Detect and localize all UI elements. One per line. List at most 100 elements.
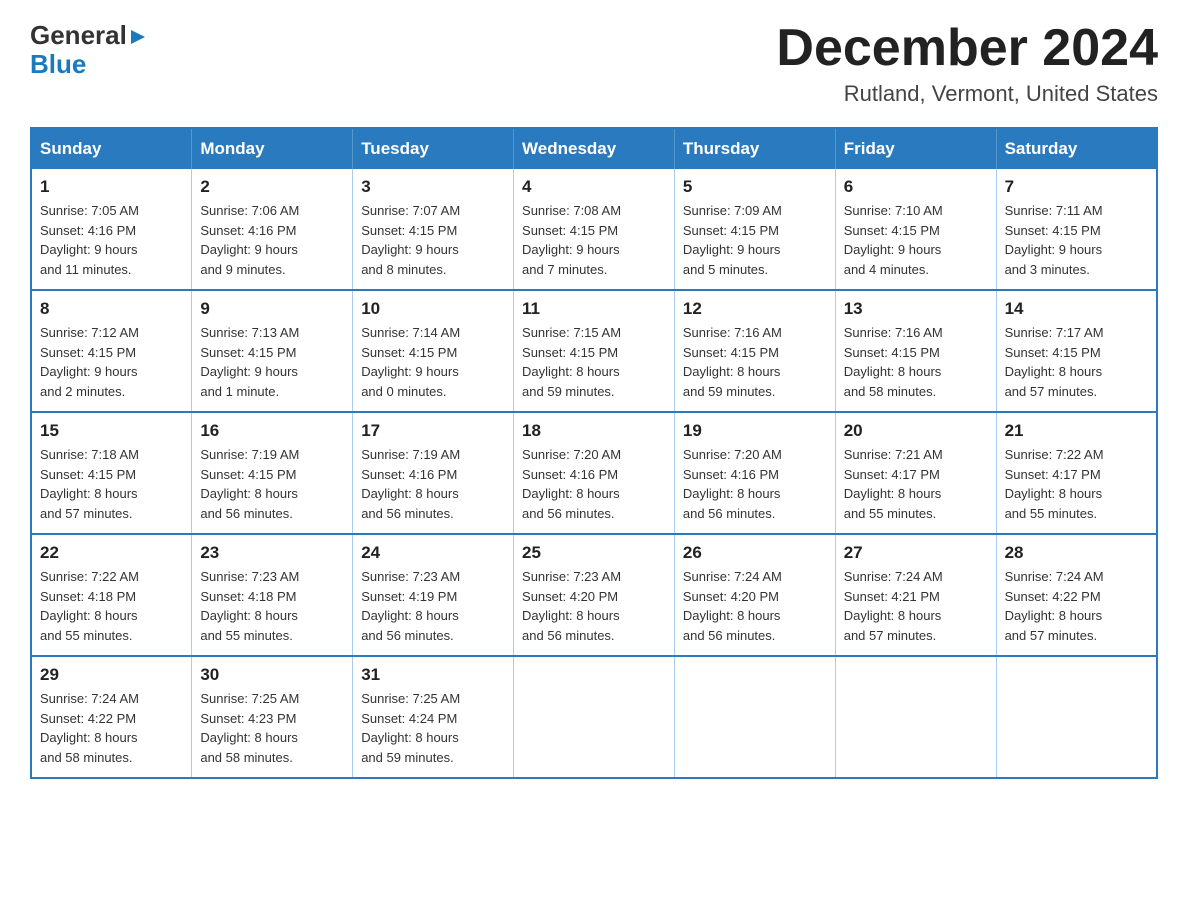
month-title: December 2024 [776,20,1158,77]
day-info: Sunrise: 7:15 AM Sunset: 4:15 PM Dayligh… [522,323,666,401]
day-number: 28 [1005,543,1148,563]
day-number: 16 [200,421,344,441]
day-info: Sunrise: 7:16 AM Sunset: 4:15 PM Dayligh… [844,323,988,401]
calendar-cell: 15 Sunrise: 7:18 AM Sunset: 4:15 PM Dayli… [31,412,192,534]
day-number: 7 [1005,177,1148,197]
title-block: December 2024 Rutland, Vermont, United S… [776,20,1158,107]
day-number: 4 [522,177,666,197]
day-info: Sunrise: 7:07 AM Sunset: 4:15 PM Dayligh… [361,201,505,279]
day-header-sunday: Sunday [31,128,192,169]
day-number: 9 [200,299,344,319]
day-number: 27 [844,543,988,563]
calendar-week-3: 15 Sunrise: 7:18 AM Sunset: 4:15 PM Dayli… [31,412,1157,534]
calendar-cell [996,656,1157,778]
day-info: Sunrise: 7:13 AM Sunset: 4:15 PM Dayligh… [200,323,344,401]
calendar-cell: 12 Sunrise: 7:16 AM Sunset: 4:15 PM Dayli… [674,290,835,412]
calendar-cell: 6 Sunrise: 7:10 AM Sunset: 4:15 PM Daylig… [835,169,996,290]
day-info: Sunrise: 7:08 AM Sunset: 4:15 PM Dayligh… [522,201,666,279]
day-number: 30 [200,665,344,685]
day-number: 6 [844,177,988,197]
day-info: Sunrise: 7:17 AM Sunset: 4:15 PM Dayligh… [1005,323,1148,401]
calendar-cell: 31 Sunrise: 7:25 AM Sunset: 4:24 PM Dayli… [353,656,514,778]
logo-blue-text: Blue [30,49,86,79]
calendar-body: 1Sunrise: 7:05 AM Sunset: 4:16 PM Daylig… [31,169,1157,778]
day-info: Sunrise: 7:19 AM Sunset: 4:15 PM Dayligh… [200,445,344,523]
day-info: Sunrise: 7:23 AM Sunset: 4:20 PM Dayligh… [522,567,666,645]
calendar-cell: 27 Sunrise: 7:24 AM Sunset: 4:21 PM Dayli… [835,534,996,656]
day-number: 12 [683,299,827,319]
day-info: Sunrise: 7:12 AM Sunset: 4:15 PM Dayligh… [40,323,183,401]
day-header-friday: Friday [835,128,996,169]
day-number: 29 [40,665,183,685]
calendar-cell: 21 Sunrise: 7:22 AM Sunset: 4:17 PM Dayli… [996,412,1157,534]
day-number: 21 [1005,421,1148,441]
day-info: Sunrise: 7:24 AM Sunset: 4:22 PM Dayligh… [40,689,183,767]
calendar-cell: 10 Sunrise: 7:14 AM Sunset: 4:15 PM Dayli… [353,290,514,412]
day-info: Sunrise: 7:19 AM Sunset: 4:16 PM Dayligh… [361,445,505,523]
day-number: 26 [683,543,827,563]
day-info: Sunrise: 7:23 AM Sunset: 4:18 PM Dayligh… [200,567,344,645]
calendar-week-4: 22 Sunrise: 7:22 AM Sunset: 4:18 PM Dayli… [31,534,1157,656]
day-number: 23 [200,543,344,563]
day-number: 13 [844,299,988,319]
logo-flag-icon [129,28,147,46]
calendar-week-1: 1Sunrise: 7:05 AM Sunset: 4:16 PM Daylig… [31,169,1157,290]
day-header-wednesday: Wednesday [514,128,675,169]
calendar-cell: 23 Sunrise: 7:23 AM Sunset: 4:18 PM Dayli… [192,534,353,656]
calendar-cell: 7 Sunrise: 7:11 AM Sunset: 4:15 PM Daylig… [996,169,1157,290]
calendar-cell: 16 Sunrise: 7:19 AM Sunset: 4:15 PM Dayli… [192,412,353,534]
day-number: 15 [40,421,183,441]
day-info: Sunrise: 7:18 AM Sunset: 4:15 PM Dayligh… [40,445,183,523]
day-number: 24 [361,543,505,563]
days-of-week-row: SundayMondayTuesdayWednesdayThursdayFrid… [31,128,1157,169]
calendar-cell: 18 Sunrise: 7:20 AM Sunset: 4:16 PM Dayli… [514,412,675,534]
day-number: 14 [1005,299,1148,319]
calendar-cell: 19Sunrise: 7:20 AM Sunset: 4:16 PM Dayli… [674,412,835,534]
calendar-cell: 2Sunrise: 7:06 AM Sunset: 4:16 PM Daylig… [192,169,353,290]
day-info: Sunrise: 7:24 AM Sunset: 4:22 PM Dayligh… [1005,567,1148,645]
day-number: 3 [361,177,505,197]
day-number: 5 [683,177,827,197]
logo: General Blue [30,20,147,80]
calendar-cell: 26 Sunrise: 7:24 AM Sunset: 4:20 PM Dayli… [674,534,835,656]
day-number: 25 [522,543,666,563]
day-info: Sunrise: 7:25 AM Sunset: 4:24 PM Dayligh… [361,689,505,767]
day-info: Sunrise: 7:11 AM Sunset: 4:15 PM Dayligh… [1005,201,1148,279]
day-number: 20 [844,421,988,441]
day-info: Sunrise: 7:10 AM Sunset: 4:15 PM Dayligh… [844,201,988,279]
calendar-cell: 25 Sunrise: 7:23 AM Sunset: 4:20 PM Dayli… [514,534,675,656]
day-info: Sunrise: 7:09 AM Sunset: 4:15 PM Dayligh… [683,201,827,279]
calendar-cell: 28 Sunrise: 7:24 AM Sunset: 4:22 PM Dayli… [996,534,1157,656]
page-header: General Blue December 2024 Rutland, Verm… [30,20,1158,107]
calendar-week-2: 8 Sunrise: 7:12 AM Sunset: 4:15 PM Daylig… [31,290,1157,412]
day-number: 31 [361,665,505,685]
calendar-cell: 13 Sunrise: 7:16 AM Sunset: 4:15 PM Dayli… [835,290,996,412]
day-info: Sunrise: 7:22 AM Sunset: 4:17 PM Dayligh… [1005,445,1148,523]
calendar-cell: 4 Sunrise: 7:08 AM Sunset: 4:15 PM Daylig… [514,169,675,290]
calendar-week-5: 29 Sunrise: 7:24 AM Sunset: 4:22 PM Dayli… [31,656,1157,778]
day-info: Sunrise: 7:22 AM Sunset: 4:18 PM Dayligh… [40,567,183,645]
day-number: 18 [522,421,666,441]
day-number: 8 [40,299,183,319]
day-info: Sunrise: 7:25 AM Sunset: 4:23 PM Dayligh… [200,689,344,767]
day-info: Sunrise: 7:24 AM Sunset: 4:21 PM Dayligh… [844,567,988,645]
day-info: Sunrise: 7:05 AM Sunset: 4:16 PM Dayligh… [40,201,183,279]
day-info: Sunrise: 7:14 AM Sunset: 4:15 PM Dayligh… [361,323,505,401]
day-header-monday: Monday [192,128,353,169]
day-info: Sunrise: 7:20 AM Sunset: 4:16 PM Dayligh… [522,445,666,523]
calendar-cell: 5 Sunrise: 7:09 AM Sunset: 4:15 PM Daylig… [674,169,835,290]
day-info: Sunrise: 7:21 AM Sunset: 4:17 PM Dayligh… [844,445,988,523]
calendar-cell: 22 Sunrise: 7:22 AM Sunset: 4:18 PM Dayli… [31,534,192,656]
calendar-cell: 30 Sunrise: 7:25 AM Sunset: 4:23 PM Dayli… [192,656,353,778]
calendar-cell: 17Sunrise: 7:19 AM Sunset: 4:16 PM Dayli… [353,412,514,534]
calendar-cell: 9 Sunrise: 7:13 AM Sunset: 4:15 PM Daylig… [192,290,353,412]
calendar-cell [835,656,996,778]
calendar-header: SundayMondayTuesdayWednesdayThursdayFrid… [31,128,1157,169]
day-number: 22 [40,543,183,563]
day-info: Sunrise: 7:16 AM Sunset: 4:15 PM Dayligh… [683,323,827,401]
day-info: Sunrise: 7:23 AM Sunset: 4:19 PM Dayligh… [361,567,505,645]
location-subtitle: Rutland, Vermont, United States [776,81,1158,107]
day-number: 10 [361,299,505,319]
day-info: Sunrise: 7:20 AM Sunset: 4:16 PM Dayligh… [683,445,827,523]
day-info: Sunrise: 7:24 AM Sunset: 4:20 PM Dayligh… [683,567,827,645]
